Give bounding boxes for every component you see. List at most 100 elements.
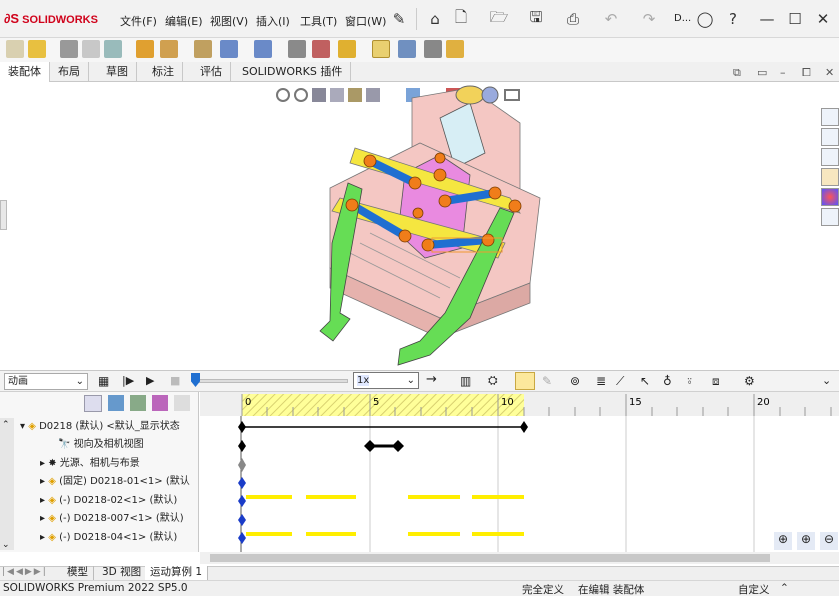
motor-icon[interactable]: ⊚ — [570, 374, 580, 388]
minimize-icon[interactable]: — — [756, 8, 778, 30]
smart-fasteners-icon[interactable] — [136, 40, 154, 58]
insert-components-icon[interactable] — [28, 40, 46, 58]
pin-icon[interactable]: ✎ — [388, 8, 410, 30]
linear-pattern-icon[interactable] — [104, 40, 122, 58]
contact-icon[interactable]: ♁ — [663, 374, 672, 388]
key-point[interactable] — [238, 495, 246, 507]
key-point[interactable] — [238, 532, 246, 544]
unit-dropdown-icon[interactable]: ⌃ — [780, 582, 789, 594]
close-icon[interactable]: ✕ — [812, 8, 834, 30]
key-point[interactable] — [238, 477, 246, 489]
tab-evaluate[interactable]: 评估 — [192, 62, 231, 82]
appearances-icon[interactable] — [821, 188, 839, 206]
file-explorer-icon[interactable] — [821, 148, 839, 166]
open-folder-icon[interactable]: 🗁 — [488, 8, 510, 30]
expand-arrow-icon[interactable]: ▸ — [40, 476, 48, 487]
stop-icon[interactable]: ■ — [170, 374, 180, 387]
tab-assembly[interactable]: 装配体 — [0, 62, 50, 82]
account-icon[interactable]: ◯ — [694, 8, 716, 30]
maximize-icon[interactable]: ☐ — [784, 8, 806, 30]
redo-icon[interactable]: ↷ — [638, 8, 660, 30]
view-palette-icon[interactable] — [821, 168, 839, 186]
update-speedpak-icon[interactable] — [398, 40, 416, 58]
menu-view[interactable]: 视图(V) — [210, 13, 248, 29]
save-animation-icon[interactable]: ▥ — [460, 374, 471, 388]
window-close-icon[interactable]: ✕ — [825, 66, 834, 79]
results-plots-icon[interactable]: ⧈ — [712, 374, 720, 389]
design-library-icon[interactable] — [821, 128, 839, 146]
autokey-icon[interactable] — [515, 372, 535, 390]
tab-sketch[interactable]: 草图 — [98, 62, 137, 82]
tree-item-assembly[interactable]: ▾ ◈ D0218 (默认) <默认_显示状态 — [20, 418, 210, 436]
expand-arrow-icon[interactable]: ▸ — [40, 532, 48, 543]
playback-mode-icon[interactable]: → — [426, 372, 437, 387]
key-point[interactable] — [238, 440, 246, 452]
window-tile-icon[interactable]: ▭ — [757, 66, 767, 79]
key-point[interactable] — [364, 440, 376, 452]
expand-arrow-icon[interactable]: ▸ — [40, 495, 48, 506]
tab-addins[interactable]: SOLIDWORKS 插件 — [234, 62, 352, 82]
solidworks-logo[interactable]: ∂S SOLIDWORKS — [4, 11, 98, 26]
play-icon[interactable]: ▶ — [146, 374, 154, 387]
undo-icon[interactable]: ↶ — [600, 8, 622, 30]
play-from-start-icon[interactable]: |▶ — [122, 374, 134, 387]
expand-arrow-icon[interactable]: ▸ — [40, 513, 48, 524]
reference-geometry-icon[interactable] — [254, 40, 272, 58]
key-point[interactable] — [238, 514, 246, 526]
collapse-panel-icon[interactable]: ⌄ — [822, 374, 831, 387]
exploded-view-icon[interactable] — [338, 40, 356, 58]
window-min-icon[interactable]: – — [780, 66, 786, 79]
tab-motion-study-1[interactable]: 运动算例 1 — [145, 566, 209, 580]
spring-icon[interactable]: ≣ — [596, 374, 606, 388]
animation-wizard-icon[interactable]: ⛭ — [488, 373, 498, 388]
large-assembly-mode-icon[interactable] — [446, 40, 464, 58]
custom-properties-icon[interactable] — [821, 208, 839, 226]
expand-arrow-icon[interactable]: ▾ — [20, 421, 28, 432]
tab-layout[interactable]: 布局 — [50, 62, 89, 82]
move-component-icon[interactable] — [160, 40, 178, 58]
sw-resources-icon[interactable] — [821, 108, 839, 126]
zoom-out-timeline-icon[interactable]: ⊖ — [820, 532, 838, 550]
save-icon[interactable]: 🖫 — [525, 8, 547, 30]
filter-icon[interactable] — [84, 395, 102, 412]
tree-scrollbar[interactable] — [0, 418, 14, 550]
timeline-canvas[interactable]: 0 5 10 15 20 — [200, 392, 839, 566]
component-preview-icon[interactable] — [82, 40, 100, 58]
scroll-down-icon[interactable]: ⌄ — [2, 540, 10, 550]
take-snapshot-icon[interactable] — [424, 40, 442, 58]
key-point[interactable] — [392, 440, 404, 452]
assembly-model[interactable] — [0, 83, 839, 370]
home-icon[interactable]: ⌂ — [424, 8, 446, 30]
edit-component-icon[interactable] — [6, 40, 24, 58]
instant3d-icon[interactable] — [372, 40, 390, 58]
gravity-icon[interactable]: ⍤ — [686, 374, 693, 389]
key-point[interactable] — [238, 421, 246, 433]
window-max-icon[interactable]: ⧠ — [802, 66, 811, 80]
help-icon[interactable]: ? — [722, 8, 744, 30]
filter-results-icon[interactable] — [174, 395, 190, 411]
show-hidden-icon[interactable] — [194, 40, 212, 58]
add-key-icon[interactable]: ✎ — [542, 374, 552, 388]
feature-manager-collapse-handle[interactable] — [0, 200, 7, 230]
timeline-scrollbar-thumb[interactable] — [210, 554, 770, 562]
playback-slider[interactable] — [192, 379, 348, 383]
menu-file[interactable]: 文件(F) — [120, 13, 157, 29]
motion-properties-icon[interactable]: ⚙ — [744, 374, 755, 388]
print-icon[interactable]: ⎙ — [562, 8, 584, 30]
filter-selected-icon[interactable] — [152, 395, 168, 411]
window-restore-icon[interactable]: ⧉ — [733, 66, 741, 80]
new-motion-study-icon[interactable] — [288, 40, 306, 58]
damper-icon[interactable]: ⟋ — [616, 374, 624, 389]
calculate-icon[interactable]: ▦ — [98, 374, 109, 388]
bill-of-materials-icon[interactable] — [312, 40, 330, 58]
tab-3d-views[interactable]: 3D 视图 — [97, 566, 148, 580]
scroll-up-icon[interactable]: ⌃ — [2, 420, 10, 430]
key-point[interactable] — [238, 458, 246, 472]
force-icon[interactable]: ↖ — [640, 374, 650, 388]
filter-animated-icon[interactable] — [108, 395, 124, 411]
key-point[interactable] — [520, 421, 528, 433]
menu-window[interactable]: 窗口(W) — [345, 13, 386, 29]
filter-driving-icon[interactable] — [130, 395, 146, 411]
menu-edit[interactable]: 编辑(E) — [165, 13, 203, 29]
tab-model[interactable]: 模型 — [62, 566, 94, 580]
